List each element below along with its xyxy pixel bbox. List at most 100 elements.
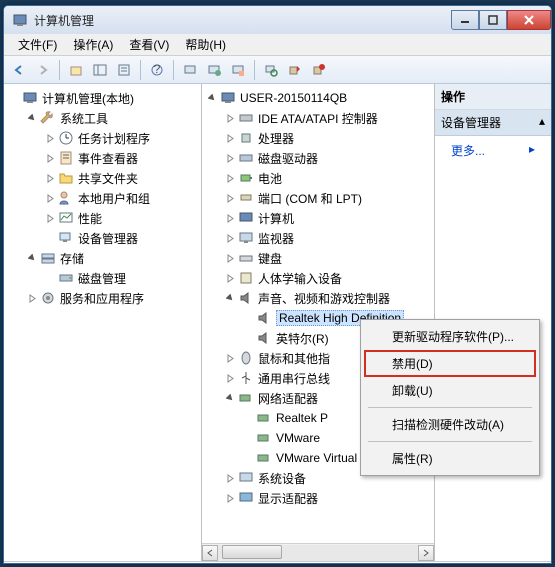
up-button[interactable] (65, 59, 87, 81)
storage-row[interactable]: 存储 (24, 248, 199, 268)
more-actions-link[interactable]: 更多... ▸ (435, 136, 551, 165)
tree-label: 通用串行总线 (258, 370, 330, 387)
expand-icon[interactable] (224, 212, 236, 224)
actions-sub-label: 设备管理器 (441, 114, 501, 131)
show-hide-tree-button[interactable] (89, 59, 111, 81)
expand-icon[interactable] (224, 472, 236, 484)
services-row[interactable]: 服务和应用程序 (24, 288, 199, 308)
expand-icon[interactable] (44, 192, 56, 204)
tree-label: VMware (276, 431, 320, 445)
expand-icon[interactable] (224, 152, 236, 164)
device-root-row[interactable]: USER-20150114QB (204, 88, 432, 108)
tree-label: 人体学输入设备 (258, 270, 342, 287)
usb-icon (238, 370, 254, 386)
disk-drive-row[interactable]: 磁盘驱动器 (222, 148, 432, 168)
scroll-right-button[interactable] (418, 545, 434, 561)
collapse-icon[interactable] (26, 252, 38, 264)
system-tools-row[interactable]: 系统工具 (24, 108, 199, 128)
menu-help[interactable]: 帮助(H) (177, 34, 234, 55)
ctx-update-driver[interactable]: 更新驱动程序软件(P)... (364, 323, 536, 350)
nic-icon (256, 430, 272, 446)
forward-button[interactable] (32, 59, 54, 81)
expand-icon[interactable] (224, 252, 236, 264)
expand-icon[interactable] (224, 272, 236, 284)
sound-row[interactable]: 声音、视频和游戏控制器 (222, 288, 432, 308)
expand-icon[interactable] (26, 292, 38, 304)
shared-folders-row[interactable]: 共享文件夹 (42, 168, 199, 188)
hid-row[interactable]: 人体学输入设备 (222, 268, 432, 288)
expand-icon[interactable] (44, 172, 56, 184)
view-resources-button[interactable] (203, 59, 225, 81)
collapse-icon[interactable] (206, 92, 218, 104)
ctx-scan-hardware[interactable]: 扫描检测硬件改动(A) (364, 411, 536, 438)
device-manager-row[interactable]: 设备管理器 (42, 228, 199, 248)
update-driver-button[interactable] (284, 59, 306, 81)
view-devices-button[interactable] (179, 59, 201, 81)
menu-file[interactable]: 文件(F) (10, 34, 65, 55)
help-button[interactable]: ? (146, 59, 168, 81)
collapse-icon[interactable] (224, 392, 236, 404)
scan-hardware-button[interactable] (260, 59, 282, 81)
ctx-uninstall[interactable]: 卸载(U) (364, 377, 536, 404)
expand-icon[interactable] (224, 112, 236, 124)
left-tree-pane: 计算机管理(本地) 系统工具 任务计划程序 事件查看器 (4, 84, 202, 561)
task-scheduler-row[interactable]: 任务计划程序 (42, 128, 199, 148)
users-icon (58, 190, 74, 206)
cpu-row[interactable]: 处理器 (222, 128, 432, 148)
scroll-left-button[interactable] (202, 545, 218, 561)
scroll-track[interactable] (218, 545, 418, 561)
tree-root-row[interactable]: 计算机管理(本地) (6, 88, 199, 108)
tree-label: 系统设备 (258, 470, 306, 487)
expand-icon[interactable] (44, 212, 56, 224)
speaker-icon (256, 310, 272, 326)
display-row[interactable]: 显示适配器 (222, 488, 432, 508)
properties-button[interactable] (113, 59, 135, 81)
expand-icon[interactable] (224, 352, 236, 364)
close-button[interactable] (507, 10, 551, 30)
keyboard-row[interactable]: 键盘 (222, 248, 432, 268)
expand-icon[interactable] (44, 132, 56, 144)
computer-cat-row[interactable]: 计算机 (222, 208, 432, 228)
clock-icon (58, 130, 74, 146)
horizontal-scrollbar[interactable] (202, 543, 434, 561)
monitor-icon (238, 230, 254, 246)
tree-label: 事件查看器 (78, 150, 138, 167)
actions-subheader[interactable]: 设备管理器 ▴ (435, 110, 551, 136)
ide-row[interactable]: IDE ATA/ATAPI 控制器 (222, 108, 432, 128)
ports-row[interactable]: 端口 (COM 和 LPT) (222, 188, 432, 208)
expand-icon[interactable] (224, 372, 236, 384)
monitor-row[interactable]: 监视器 (222, 228, 432, 248)
disk-mgmt-row[interactable]: 磁盘管理 (42, 268, 199, 288)
collapse-icon[interactable] (26, 112, 38, 124)
port-icon (238, 190, 254, 206)
expand-icon[interactable] (224, 192, 236, 204)
expand-icon[interactable] (44, 152, 56, 164)
scroll-thumb[interactable] (222, 545, 282, 559)
expand-icon[interactable] (224, 132, 236, 144)
back-button[interactable] (8, 59, 30, 81)
expand-icon[interactable] (224, 232, 236, 244)
ctx-disable[interactable]: 禁用(D) (364, 350, 536, 377)
performance-row[interactable]: 性能 (42, 208, 199, 228)
maximize-button[interactable] (479, 10, 507, 30)
computer-icon (238, 210, 254, 226)
wrench-icon (40, 110, 56, 126)
minimize-button[interactable] (451, 10, 479, 30)
expand-icon[interactable] (224, 492, 236, 504)
window-title: 计算机管理 (34, 12, 451, 29)
device-mgr-icon (58, 230, 74, 246)
battery-row[interactable]: 电池 (222, 168, 432, 188)
disk-drive-icon (238, 150, 254, 166)
expand-icon[interactable] (224, 172, 236, 184)
menu-view[interactable]: 查看(V) (121, 34, 177, 55)
event-viewer-row[interactable]: 事件查看器 (42, 148, 199, 168)
tree-label: 计算机管理(本地) (42, 90, 134, 107)
titlebar[interactable]: 计算机管理 (4, 6, 551, 34)
window-controls (451, 11, 551, 30)
local-users-row[interactable]: 本地用户和组 (42, 188, 199, 208)
uninstall-button[interactable] (308, 59, 330, 81)
ctx-properties[interactable]: 属性(R) (364, 445, 536, 472)
show-hidden-button[interactable] (227, 59, 249, 81)
menu-action[interactable]: 操作(A) (65, 34, 121, 55)
collapse-icon[interactable] (224, 292, 236, 304)
